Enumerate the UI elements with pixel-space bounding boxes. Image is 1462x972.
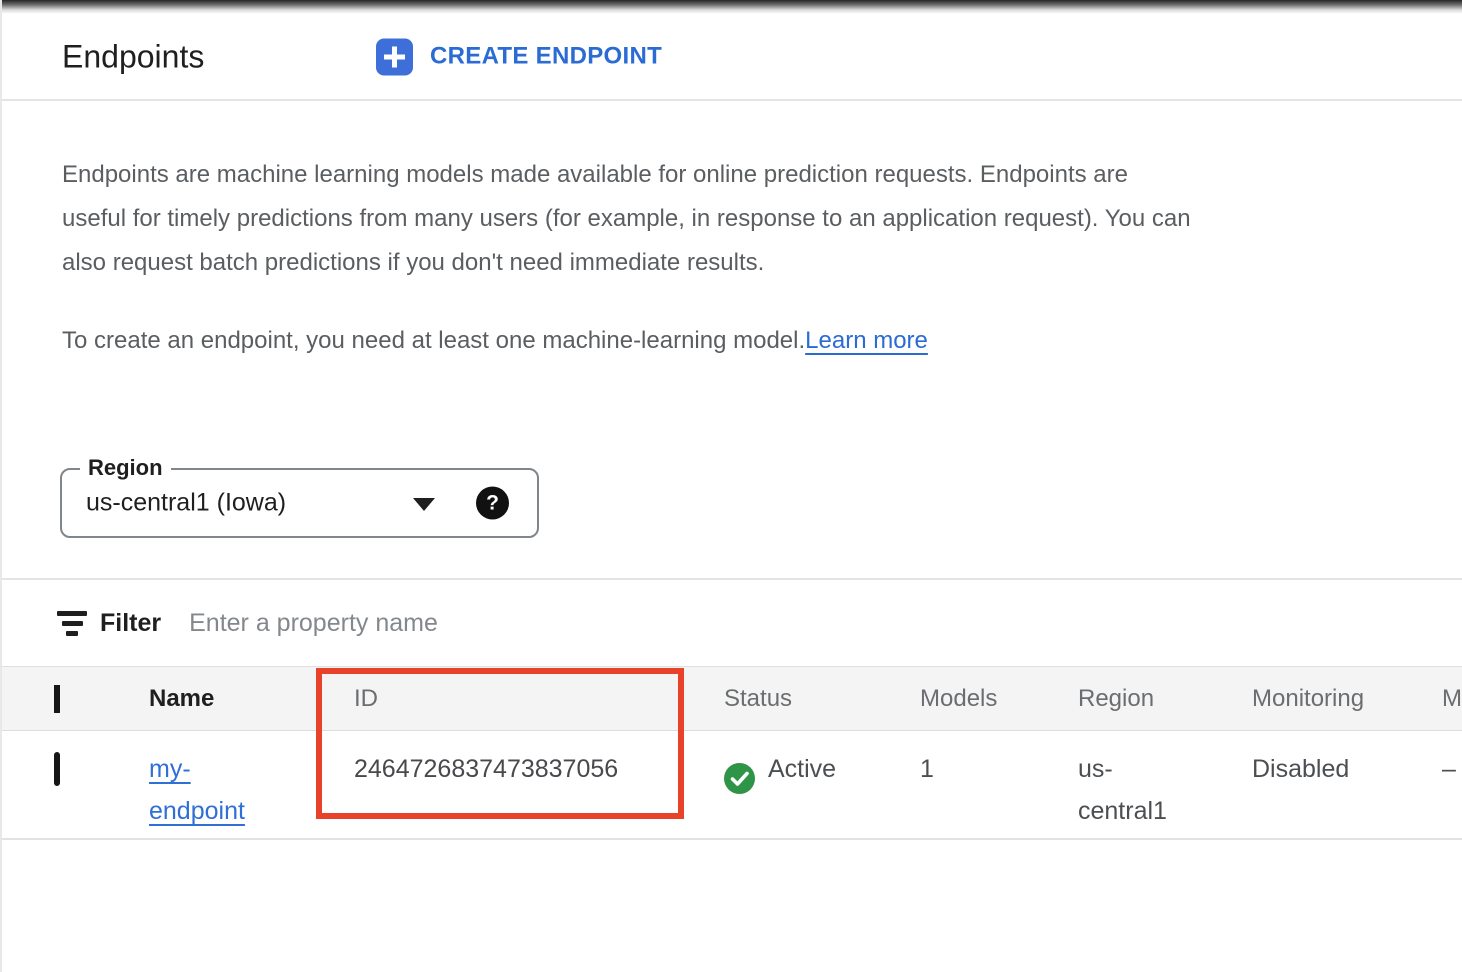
page-title: Endpoints — [62, 38, 204, 75]
endpoints-description: Endpoints are machine learning models ma… — [62, 153, 1192, 285]
endpoints-page: Endpoints CREATE ENDPOINT Endpoints are … — [0, 0, 1462, 972]
create-endpoint-button[interactable]: CREATE ENDPOINT — [376, 38, 662, 75]
column-header-id[interactable]: ID — [317, 685, 686, 713]
table-header-row: Name ID Status Models Region Monitoring … — [2, 666, 1462, 731]
filter-bar: Filter — [2, 578, 1462, 666]
region-select-label: Region — [80, 454, 171, 482]
column-header-region[interactable]: Region — [1078, 685, 1252, 713]
plus-icon — [376, 38, 413, 75]
column-header-clipped[interactable]: M — [1442, 685, 1462, 713]
status-text: Active — [768, 748, 836, 790]
column-header-models[interactable]: Models — [920, 685, 1078, 713]
select-all-cell — [2, 685, 147, 713]
endpoint-models-cell: 1 — [920, 731, 1078, 790]
column-header-status[interactable]: Status — [686, 685, 920, 713]
row-select-cell — [2, 731, 147, 790]
create-hint-paragraph: To create an endpoint, you need at least… — [62, 319, 1192, 363]
column-header-monitoring[interactable]: Monitoring — [1252, 685, 1442, 713]
active-status-icon — [724, 763, 755, 794]
top-toolbar-shadow — [2, 0, 1462, 14]
endpoint-status-cell: Active — [686, 731, 920, 794]
endpoint-region-cell: us-central1 — [1078, 731, 1252, 832]
column-header-name[interactable]: Name — [147, 685, 317, 713]
endpoints-table: Name ID Status Models Region Monitoring … — [2, 666, 1462, 840]
row-checkbox[interactable] — [54, 752, 60, 786]
region-help-icon[interactable]: ? — [476, 487, 509, 520]
filter-input[interactable] — [187, 608, 1091, 639]
region-text: us-central1 — [1078, 748, 1178, 832]
create-endpoint-label: CREATE ENDPOINT — [430, 43, 662, 71]
endpoint-name-link[interactable]: my-endpoint — [149, 755, 245, 825]
region-select[interactable]: Region us-central1 (Iowa) ? — [60, 468, 539, 538]
region-select-value: us-central1 (Iowa) — [86, 489, 286, 518]
learn-more-link[interactable]: Learn more — [805, 327, 928, 354]
filter-icon — [57, 611, 87, 636]
endpoint-monitoring-cell: Disabled — [1252, 731, 1442, 790]
chevron-down-icon — [413, 498, 435, 511]
endpoint-last-cell: – — [1442, 731, 1462, 790]
create-hint-text: To create an endpoint, you need at least… — [62, 327, 805, 354]
filter-label: Filter — [100, 609, 161, 638]
page-header: Endpoints CREATE ENDPOINT — [2, 14, 1462, 101]
select-all-checkbox[interactable] — [54, 685, 60, 713]
endpoint-name-cell: my-endpoint — [147, 731, 317, 832]
table-row: my-endpoint 2464726837473837056 Active 1… — [2, 731, 1462, 840]
intro-section: Endpoints are machine learning models ma… — [62, 101, 1192, 363]
endpoint-id-cell: 2464726837473837056 — [317, 731, 686, 790]
